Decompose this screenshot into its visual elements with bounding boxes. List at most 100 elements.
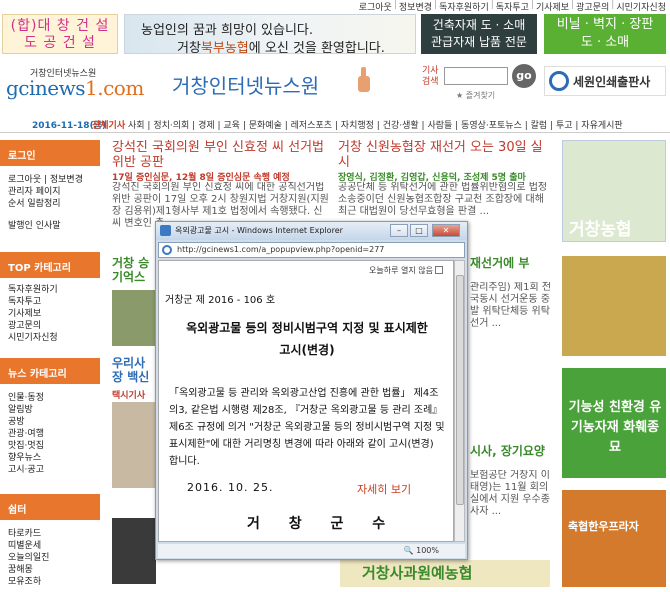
sidebar-item[interactable]: 인물·동정: [8, 392, 92, 404]
sidebar-item[interactable]: 관광·여행: [8, 428, 92, 440]
sidebar-item[interactable]: 고시·공고: [8, 464, 92, 476]
news-headline[interactable]: 거창 신원농협장 재선거 오는 30일 실시: [338, 140, 552, 170]
nav-item[interactable]: 자유게시판: [581, 121, 622, 131]
banner-building-materials[interactable]: 건축자재 도 · 소매 관급자재 납품 전문: [421, 14, 537, 54]
news-headline[interactable]: 우리사 장 백신: [112, 356, 149, 384]
dont-show-today[interactable]: 오늘하루 열지 않음: [369, 265, 443, 276]
sidebar-item[interactable]: 독자후원하기: [8, 284, 92, 296]
sidebar-item[interactable]: 향우뉴스: [8, 452, 92, 464]
nav-item[interactable]: 사회: [128, 121, 145, 131]
address-bar[interactable]: http://gcinews1.com/a_popupview.php?open…: [158, 242, 465, 258]
popup-statusbar: 🔍 100%: [158, 544, 465, 558]
search-input[interactable]: [444, 67, 508, 85]
sidebar-item[interactable]: 맛집·멋집: [8, 440, 92, 452]
citizen-reporter-link[interactable]: 시민기자신청: [616, 0, 666, 14]
ie-icon: [160, 225, 171, 236]
sidebar-item[interactable]: 로그아웃 | 정보변경: [8, 174, 92, 186]
thumbs-up-icon: [358, 67, 370, 92]
nav-item[interactable]: 레저스포츠: [291, 121, 332, 131]
sidebar-item[interactable]: 순서 일람정리: [8, 198, 92, 210]
news-summary: 보험공단 거창지 이태영)는 11월 회의실에서 지원 우수종사자 ...: [470, 470, 550, 517]
news-headline[interactable]: 재선거에 부: [470, 256, 529, 270]
profile-link[interactable]: 정보변경: [399, 0, 432, 14]
nav-divider: [0, 132, 670, 133]
scroll-thumb[interactable]: [456, 275, 464, 505]
search-label: 기사검색: [422, 66, 439, 87]
sidebar-item[interactable]: 타로카드: [8, 528, 92, 540]
notice-body: 「옥외광고물 등 관리와 옥외광고산업 진흥에 관한 법률」 제4조의3, 같은…: [169, 388, 445, 467]
favorite-link[interactable]: ★ 즐겨찾기: [456, 90, 495, 101]
maximize-button[interactable]: □: [410, 224, 428, 237]
sidebar-item[interactable]: 공방: [8, 416, 92, 428]
notice-title: 옥외광고물 등의 정비시범구역 지정 및 표시제한 고시(변경): [186, 321, 428, 357]
banner-apple-coop[interactable]: 거창사과원예농협: [340, 560, 550, 587]
ad-organic-materials[interactable]: 기능성 친환경 유기농자재 화훼종묘: [562, 368, 666, 478]
sidebar-heading: TOP 카테고리: [0, 252, 100, 278]
minimize-button[interactable]: –: [390, 224, 408, 237]
sidebar-item[interactable]: 기사제보: [8, 308, 92, 320]
sidebar-item[interactable]: 관리자 페이지: [8, 186, 92, 198]
search-go-button[interactable]: go: [512, 64, 536, 88]
zoom-level[interactable]: 🔍 100%: [404, 546, 439, 555]
close-button[interactable]: ✕: [432, 224, 460, 237]
site-logo[interactable]: gcinews1.com: [6, 76, 144, 100]
nav-item[interactable]: 자치행정: [341, 121, 374, 131]
nav-item[interactable]: 건강·생활: [383, 121, 419, 131]
news-summary: 관리주임) 제1회 전국동시 선거운동 중 발 위탁단체등 위탁선거 ...: [470, 282, 552, 329]
main-nav: 2016-11-18(금) 전체기사 사회 | 정치·의회 | 경제 | 교육 …: [0, 116, 670, 132]
nav-item[interactable]: 문화예술: [249, 121, 282, 131]
tip-link[interactable]: 기사제보: [536, 0, 569, 14]
nav-item[interactable]: 투고: [556, 121, 573, 131]
nav-item[interactable]: 교육: [223, 121, 240, 131]
sidebar-item[interactable]: 오늘의일진: [8, 552, 92, 564]
news-headline[interactable]: 거창 승 기억스: [112, 256, 149, 284]
nav-all-articles[interactable]: 전체기사: [92, 121, 125, 131]
nav-item[interactable]: 경제: [198, 121, 215, 131]
nav-item[interactable]: 사람들: [427, 121, 452, 131]
sidebar-top-category: TOP 카테고리 독자후원하기 독자투고 기사제보 광고문의 시민기자신청: [0, 252, 100, 348]
sidebar-item[interactable]: 꿈해몽: [8, 564, 92, 576]
sidebar-item[interactable]: 알림방: [8, 404, 92, 416]
news-thumbnail[interactable]: [112, 290, 156, 346]
popup-titlebar[interactable]: 옥외광고물 고시 - Windows Internet Explorer – □…: [156, 222, 467, 240]
news-photo[interactable]: [112, 402, 156, 488]
ad-inquiry-link[interactable]: 광고문의: [576, 0, 609, 14]
news-subheadline: 택시기사: [112, 391, 146, 401]
ad-hanwoo-plaza[interactable]: 축협한우프라자: [562, 490, 666, 587]
popup-scrollbar[interactable]: [454, 260, 465, 542]
nav-item[interactable]: 칼럼: [531, 121, 548, 131]
reader-post-link[interactable]: 독자투고: [496, 0, 529, 14]
printer-ad[interactable]: 세원인쇄출판사: [544, 66, 666, 96]
sidebar-heading: 쉼터: [0, 494, 100, 520]
sidebar-login: 로그인 로그아웃 | 정보변경 관리자 페이지 순서 일람정리 발행인 인사말: [0, 140, 100, 236]
sidebar-item[interactable]: 띠별운세: [8, 540, 92, 552]
news-headline[interactable]: 강석진 국회의원 부인 신효정 씨 선거법 위반 공판: [112, 140, 330, 170]
site-title: 거창인터넷뉴스원: [172, 74, 320, 98]
logout-link[interactable]: 로그아웃: [359, 0, 392, 14]
ad-product-photo[interactable]: [562, 256, 666, 356]
banner-construction[interactable]: (합)대 창 건 설 도 공 건 설: [2, 14, 118, 54]
sidebar-item[interactable]: 발행인 인사말: [8, 220, 92, 232]
view-details-link[interactable]: 자세히 보기: [357, 481, 411, 497]
sidebar-item[interactable]: 모유조하: [8, 576, 92, 588]
sidebar-item[interactable]: 독자투고: [8, 296, 92, 308]
sidebar-heading: 로그인: [0, 140, 100, 166]
nav-item[interactable]: 동영상·포토뉴스: [461, 121, 522, 131]
popup-content: 오늘하루 열지 않음 거창군 제 2016 - 106 호 옥외광고물 등의 정…: [158, 260, 454, 542]
sidebar-item[interactable]: 광고문의: [8, 320, 92, 332]
banner-nongyup[interactable]: 농업인의 꿈과 희망이 있습니다. 거창북부농협에 오신 것을 환영합니다.: [124, 14, 416, 56]
ie-page-icon: [162, 245, 172, 255]
sidebar-heading: 뉴스 카테고리: [0, 358, 100, 384]
dont-show-checkbox[interactable]: [435, 266, 443, 274]
banner-vinyl-wallpaper[interactable]: 비닐 · 벽지 · 장판 도 · 소매: [544, 14, 666, 54]
sidebar-rest: 쉼터 타로카드 띠별운세 오늘의일진 꿈해몽 모유조하: [0, 494, 100, 592]
nav-item[interactable]: 정치·의회: [153, 121, 189, 131]
sidebar-item[interactable]: 시민기자신청: [8, 332, 92, 344]
ad-geochang-nonghyup[interactable]: 거창농협: [562, 140, 666, 242]
news-headline[interactable]: 시사, 장기요양: [470, 444, 545, 458]
news-photo[interactable]: [112, 518, 156, 584]
printer-logo-icon: [549, 71, 569, 91]
popup-window[interactable]: 옥외광고물 고시 - Windows Internet Explorer – □…: [155, 221, 468, 560]
sidebar-news-category: 뉴스 카테고리 인물·동정 알림방 공방 관광·여행 맛집·멋집 향우뉴스 고시…: [0, 358, 100, 480]
support-link[interactable]: 독자후원하기: [439, 0, 489, 14]
